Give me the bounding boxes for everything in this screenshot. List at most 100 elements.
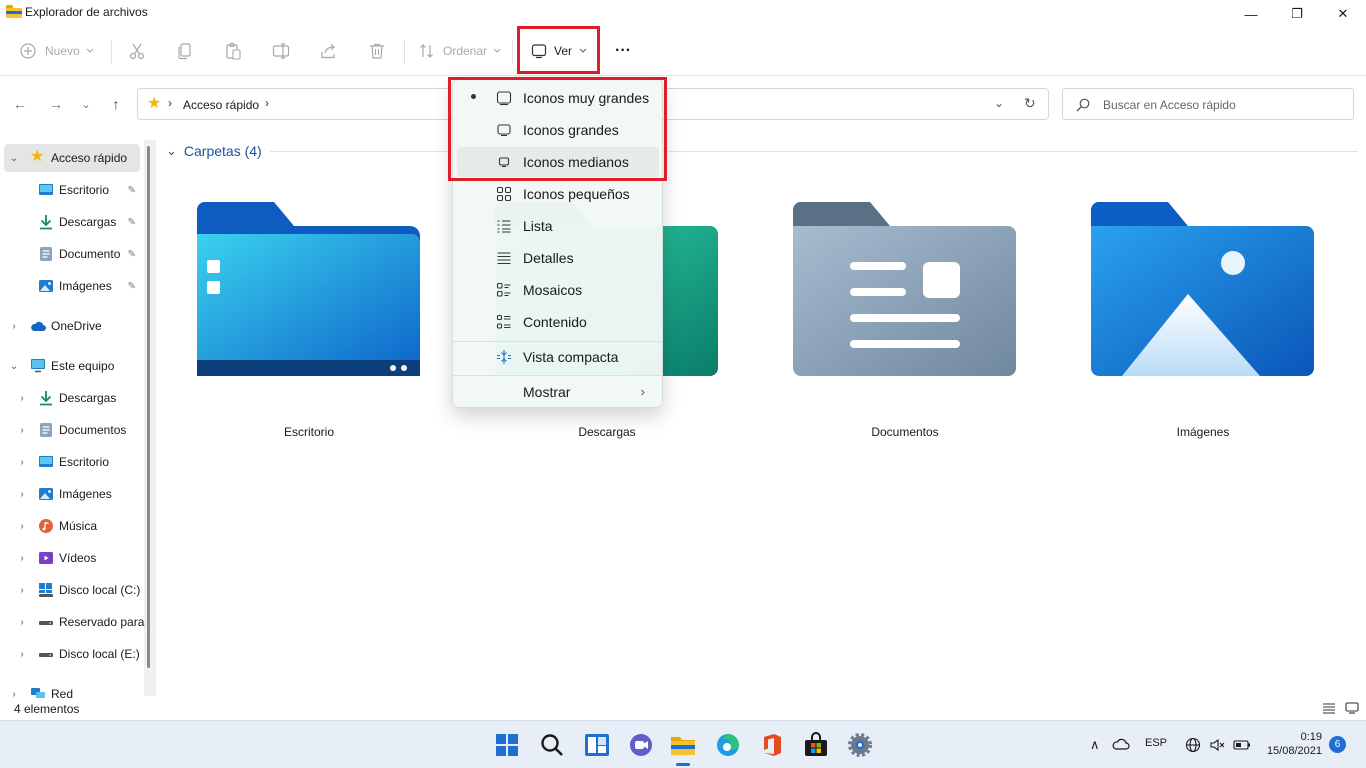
chevron-right-icon[interactable]: › <box>16 553 28 564</box>
edge-icon[interactable] <box>715 732 741 758</box>
sort-icon <box>420 44 433 58</box>
chevron-down-icon: ⌄ <box>81 98 91 111</box>
details-view-toggle-icon[interactable] <box>1322 702 1336 714</box>
menu-item-label: Mosaicos <box>523 282 583 298</box>
chevron-down-icon[interactable]: ⌄ <box>8 153 20 164</box>
menu-item-details[interactable]: Detalles <box>457 243 659 273</box>
onedrive-tray-icon[interactable] <box>1112 737 1130 751</box>
up-button[interactable]: ↑ <box>106 94 126 114</box>
chevron-right-icon[interactable]: › <box>16 649 28 660</box>
new-button[interactable]: Nuevo <box>20 38 94 64</box>
paste-button[interactable] <box>224 38 242 64</box>
office-icon[interactable] <box>759 732 785 758</box>
widgets-icon[interactable] <box>584 732 610 758</box>
language-indicator[interactable]: ESP <box>1145 737 1167 749</box>
sidebar-item-reserved-drive[interactable]: › Reservado para <box>4 608 144 636</box>
sidebar-item-this-pc[interactable]: ⌄ Este equipo <box>4 352 140 380</box>
sidebar-item-quick-access[interactable]: ⌄ ★ Acceso rápido <box>4 144 140 172</box>
sidebar-item-videos[interactable]: › Vídeos <box>4 544 140 572</box>
menu-item-content[interactable]: Contenido <box>457 307 659 337</box>
chevron-right-icon[interactable]: › <box>16 521 28 532</box>
refresh-icon[interactable]: ↻ <box>1024 95 1036 112</box>
address-history-dropdown[interactable]: ⌄ <box>994 96 1004 110</box>
chevron-right-icon[interactable]: › <box>16 585 28 596</box>
chevron-right-icon[interactable]: › <box>16 393 28 404</box>
sidebar-item-onedrive[interactable]: › OneDrive <box>4 312 140 340</box>
search-input[interactable]: Buscar en Acceso rápido <box>1103 98 1236 112</box>
folders-group-header[interactable]: ⌄ Carpetas (4) <box>166 143 262 159</box>
documents-folder-icon <box>792 202 1016 376</box>
breadcrumb-separator: › <box>168 96 172 110</box>
plus-circle-icon <box>20 43 36 59</box>
sidebar-item-label: Acceso rápido <box>51 151 128 165</box>
menu-item-medium-icons[interactable]: Iconos medianos <box>457 147 659 177</box>
delete-button[interactable] <box>368 38 386 64</box>
recent-locations-button[interactable]: ⌄ <box>76 94 96 114</box>
chevron-down-icon[interactable]: ⌄ <box>8 361 20 372</box>
chevron-right-icon[interactable]: › <box>8 321 20 332</box>
maximize-button[interactable]: ❐ <box>1274 0 1320 28</box>
start-icon[interactable] <box>494 732 520 758</box>
sidebar-item-documents-pinned[interactable]: Documento ✎ <box>4 240 140 268</box>
volume-muted-icon[interactable] <box>1209 737 1225 753</box>
notification-badge[interactable]: 6 <box>1329 736 1346 753</box>
store-icon[interactable] <box>803 732 829 758</box>
clock-date: 15/08/2021 <box>1266 745 1322 757</box>
sidebar-item-label: OneDrive <box>51 319 102 333</box>
tray-overflow-button[interactable]: ∧ <box>1090 737 1100 753</box>
chevron-right-icon[interactable]: › <box>8 689 20 699</box>
taskbar-search-icon[interactable] <box>539 732 565 758</box>
settings-icon[interactable] <box>847 732 873 758</box>
sidebar-item-label: Vídeos <box>59 551 97 565</box>
sidebar-item-drive-e[interactable]: › Disco local (E:) <box>4 640 140 668</box>
sort-button[interactable]: Ordenar <box>419 38 501 64</box>
file-explorer-taskbar-icon[interactable] <box>670 732 696 758</box>
breadcrumb-quick-access[interactable]: Acceso rápido <box>183 98 259 112</box>
sidebar-item-pictures-pinned[interactable]: Imágenes ✎ <box>4 272 140 300</box>
sidebar-item-downloads[interactable]: › Descargas <box>4 384 140 412</box>
sidebar-item-desktop-pinned[interactable]: Escritorio ✎ <box>4 176 140 204</box>
sidebar-item-documents[interactable]: › Documentos <box>4 416 140 444</box>
sidebar-item-desktop[interactable]: › Escritorio <box>4 448 140 476</box>
extra-large-icons-icon <box>496 91 512 106</box>
folder-tile-pictures[interactable] <box>1090 200 1316 380</box>
menu-item-small-icons[interactable]: Iconos pequeños <box>457 179 659 209</box>
sidebar-item-pictures[interactable]: › Imágenes <box>4 480 140 508</box>
menu-item-extra-large-icons[interactable]: Iconos muy grandes <box>457 83 659 113</box>
chevron-right-icon[interactable]: › <box>16 425 28 436</box>
share-button[interactable] <box>320 38 338 64</box>
pin-icon: ✎ <box>127 216 136 228</box>
forward-button[interactable]: → <box>46 94 66 114</box>
close-button[interactable]: ✕ <box>1320 0 1366 28</box>
menu-item-compact-view[interactable]: Vista compacta <box>457 342 659 372</box>
more-options-button[interactable]: ··· <box>615 38 631 64</box>
large-icons-view-toggle-icon[interactable] <box>1345 702 1359 714</box>
sidebar-item-drive-c[interactable]: › Disco local (C:) <box>4 576 140 604</box>
search-box[interactable]: Buscar en Acceso rápido <box>1062 88 1354 120</box>
chat-icon[interactable] <box>628 732 654 758</box>
system-clock[interactable]: 0:19 15/08/2021 <box>1262 730 1322 758</box>
chevron-right-icon[interactable]: › <box>16 489 28 500</box>
rename-button[interactable] <box>272 38 290 64</box>
copy-button[interactable] <box>176 38 194 64</box>
copy-icon <box>178 43 191 60</box>
star-icon: ★ <box>147 95 162 112</box>
sidebar-item-downloads-pinned[interactable]: Descargas ✎ <box>4 208 140 236</box>
menu-item-list[interactable]: Lista <box>457 211 659 241</box>
menu-item-tiles[interactable]: Mosaicos <box>457 275 659 305</box>
chevron-right-icon[interactable]: › <box>16 457 28 468</box>
network-globe-icon[interactable] <box>1185 737 1201 753</box>
folder-tile-documents[interactable] <box>792 200 1018 380</box>
menu-item-show[interactable]: Mostrar › <box>457 377 659 407</box>
cut-button[interactable] <box>128 38 146 64</box>
sidebar-item-network[interactable]: › Red <box>4 680 140 698</box>
chevron-right-icon[interactable]: › <box>16 617 28 628</box>
sidebar-item-music[interactable]: › Música <box>4 512 140 540</box>
chevron-down-icon <box>86 48 94 53</box>
battery-icon[interactable] <box>1233 739 1251 751</box>
view-button[interactable]: Ver <box>531 38 587 64</box>
folder-tile-desktop[interactable] <box>196 200 422 380</box>
back-button[interactable]: ← <box>10 94 30 114</box>
minimize-button[interactable]: — <box>1228 0 1274 28</box>
menu-item-large-icons[interactable]: Iconos grandes <box>457 115 659 145</box>
